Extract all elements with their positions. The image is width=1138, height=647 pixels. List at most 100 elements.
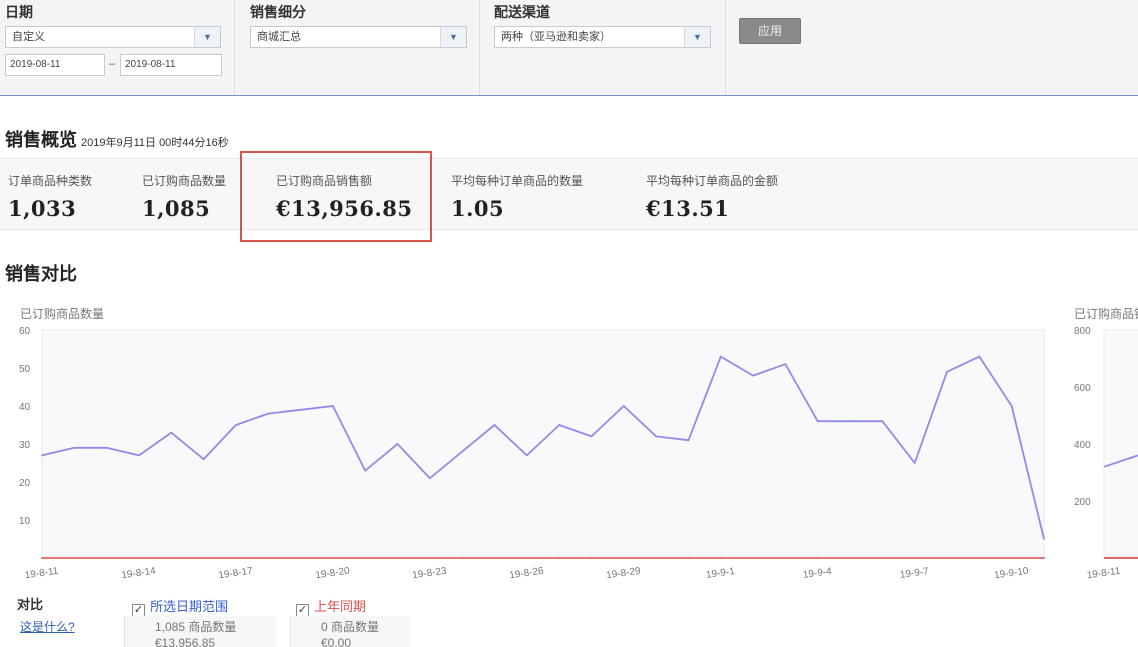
legend-units: 0 商品数量 — [321, 620, 380, 634]
data-point-last-year — [493, 557, 496, 559]
end-date-input[interactable]: 2019-08-11 — [120, 54, 222, 76]
data-point-last-year — [816, 557, 819, 559]
data-point-last-year — [1043, 557, 1045, 559]
chevron-down-icon: ▼ — [684, 27, 710, 47]
data-point-last-year — [946, 557, 948, 559]
data-point-selected-range — [1010, 405, 1013, 407]
data-point-selected-range — [622, 405, 625, 407]
filter-divider — [479, 0, 480, 95]
legend-card: 0 商品数量 €0.00 — [290, 616, 410, 647]
channel-filter-label: 配送渠道 — [494, 4, 550, 20]
x-tick-label: 19-9-4 — [802, 566, 833, 581]
metric-item-count: 订单商品种类数 1,033 — [8, 172, 92, 221]
channel-filter: 配送渠道 两种（亚马逊和卖家） ▼ — [494, 0, 714, 95]
x-tick-label: 19-8-23 — [412, 566, 448, 582]
data-point-last-year — [41, 557, 43, 559]
y-tick-label: 600 — [1074, 383, 1091, 394]
segment-select[interactable]: 商城汇总 ▼ — [250, 26, 467, 48]
legend-units: 1,085 商品数量 — [155, 620, 237, 634]
data-point-last-year — [461, 557, 464, 559]
data-point-selected-range — [525, 454, 528, 457]
data-point-selected-range — [946, 370, 948, 373]
metric-value: 1,033 — [8, 196, 77, 221]
data-point-selected-range — [752, 374, 754, 377]
overview-header: 销售概览 2019年9月11日 00时44分16秒 — [5, 126, 229, 152]
start-date-input[interactable]: 2019-08-11 — [5, 54, 105, 76]
data-point-selected-range — [105, 446, 108, 449]
segment-filter: 销售细分 商城汇总 ▼ — [250, 0, 470, 95]
metric-value: €13.51 — [646, 196, 730, 221]
legend-sales: €0.00 — [321, 636, 352, 647]
data-point-last-year — [138, 557, 140, 559]
x-tick-label: 19-8-11 — [1086, 566, 1121, 582]
data-point-last-year — [590, 557, 593, 559]
data-point-last-year — [429, 557, 431, 559]
y-tick-label: 200 — [1074, 497, 1091, 508]
chevron-down-icon: ▼ — [440, 27, 466, 47]
channel-select[interactable]: 两种（亚马逊和卖家） ▼ — [494, 26, 711, 48]
metric-value: 1.05 — [451, 196, 505, 221]
metric-label: 平均每种订单商品的数量 — [451, 174, 584, 188]
data-point-last-year — [881, 557, 884, 559]
filter-divider — [725, 0, 726, 95]
legend-label: 上年同期 — [314, 599, 367, 614]
y-tick-label: 60 — [19, 326, 31, 337]
y-tick-label: 50 — [19, 364, 31, 375]
data-point-last-year — [299, 557, 302, 559]
data-point-last-year — [978, 557, 981, 559]
help-link[interactable]: 这是什么? — [20, 618, 75, 635]
data-point-last-year — [235, 557, 237, 559]
metric-value: 1,085 — [142, 196, 211, 221]
segment-value: 商城汇总 — [257, 31, 301, 43]
legend-item-last-year[interactable]: ✓ 上年同期 — [296, 596, 366, 617]
data-point-last-year — [202, 557, 205, 559]
data-point-last-year — [105, 557, 108, 559]
data-point-last-year — [913, 557, 916, 559]
legend-sales: €13,956.85 — [155, 636, 216, 647]
legend-title: 对比 — [17, 597, 44, 612]
data-point-selected-range — [332, 405, 334, 407]
legend-item-selected-range[interactable]: ✓ 所选日期范围 — [132, 596, 228, 617]
data-point-selected-range — [73, 446, 76, 449]
y-tick-label: 400 — [1074, 440, 1091, 451]
metric-label: 已订购商品数量 — [142, 174, 227, 188]
data-point-selected-range — [138, 454, 140, 457]
metric-avg-units: 平均每种订单商品的数量 1.05 — [451, 172, 583, 221]
metric-label: 平均每种订单商品的金额 — [646, 174, 779, 188]
data-point-last-year — [73, 557, 76, 559]
sales-plot-area — [1103, 329, 1138, 559]
data-point-last-year — [655, 557, 657, 559]
data-point-selected-range — [849, 420, 851, 423]
date-preset-select[interactable]: 自定义 ▼ — [5, 26, 221, 48]
filter-divider — [234, 0, 235, 95]
highlight-box — [240, 151, 432, 242]
data-point-selected-range — [784, 363, 787, 366]
data-point-last-year — [525, 557, 528, 559]
data-point-selected-range — [235, 424, 237, 426]
data-point-last-year — [719, 557, 722, 559]
x-tick-label: 19-8-20 — [315, 566, 351, 582]
units-plot-area — [41, 329, 1045, 559]
data-point-last-year — [396, 557, 399, 559]
channel-value: 两种（亚马逊和卖家） — [501, 31, 611, 43]
legend-card: 1,085 商品数量 €13,956.85 — [124, 616, 276, 647]
x-tick-label: 19-8-29 — [606, 566, 642, 582]
data-point-selected-range — [1043, 538, 1045, 540]
data-point-selected-range — [913, 462, 916, 464]
apply-button[interactable]: 应用 — [739, 18, 801, 44]
x-tick-label: 19-8-17 — [218, 566, 254, 582]
overview-title: 销售概览 — [5, 130, 77, 150]
x-tick-label: 19-8-14 — [121, 566, 157, 582]
metric-label: 订单商品种类数 — [8, 174, 93, 188]
data-point-last-year — [170, 557, 173, 559]
data-point-selected-range — [202, 458, 205, 461]
data-point-selected-range — [816, 420, 819, 423]
data-point-selected-range — [299, 408, 302, 411]
data-point-selected-range — [170, 431, 173, 434]
date-range-separator: – — [109, 58, 116, 70]
y-tick-label: 10 — [19, 516, 31, 527]
y-tick-label: 20 — [19, 478, 31, 489]
data-point-selected-range — [590, 435, 593, 438]
data-point-last-year — [622, 557, 625, 559]
chevron-down-icon: ▼ — [194, 27, 220, 47]
